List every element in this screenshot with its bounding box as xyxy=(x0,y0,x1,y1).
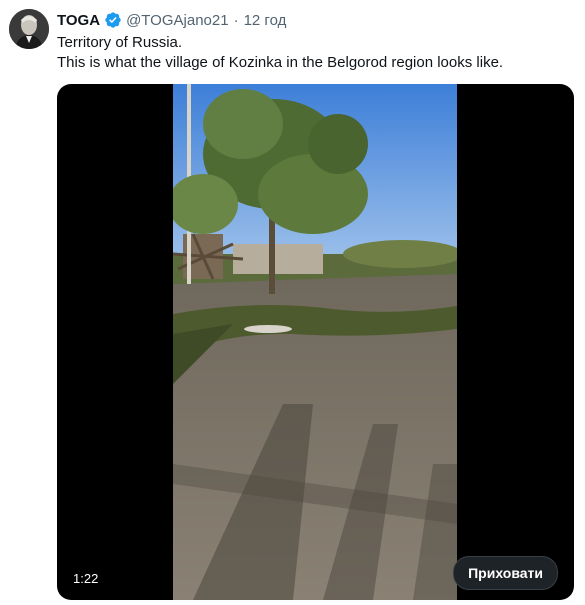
verified-badge-icon xyxy=(104,11,122,29)
avatar-image xyxy=(9,9,49,49)
tweet-header: TOGA @TOGAjano21 · 12 год xyxy=(57,10,286,30)
video-duration: 1:22 xyxy=(73,571,99,586)
tweet-text-line: This is what the village of Kozinka in t… xyxy=(57,54,504,71)
separator-dot: · xyxy=(233,11,239,29)
hide-button[interactable]: Приховати xyxy=(453,556,558,590)
tweet-text-line: Territory of Russia. xyxy=(57,34,183,51)
video-frame xyxy=(173,84,457,600)
tweet-text: Territory of Russia. This is what the vi… xyxy=(57,33,572,73)
tweet-timestamp[interactable]: 12 год xyxy=(244,12,287,29)
author-handle[interactable]: @TOGAjano21 xyxy=(126,12,229,29)
author-name[interactable]: TOGA xyxy=(57,12,100,29)
video-player[interactable]: 1:22 Приховати xyxy=(57,84,574,600)
tweet: TOGA @TOGAjano21 · 12 год Territory of R… xyxy=(0,0,585,605)
avatar[interactable] xyxy=(9,9,49,49)
